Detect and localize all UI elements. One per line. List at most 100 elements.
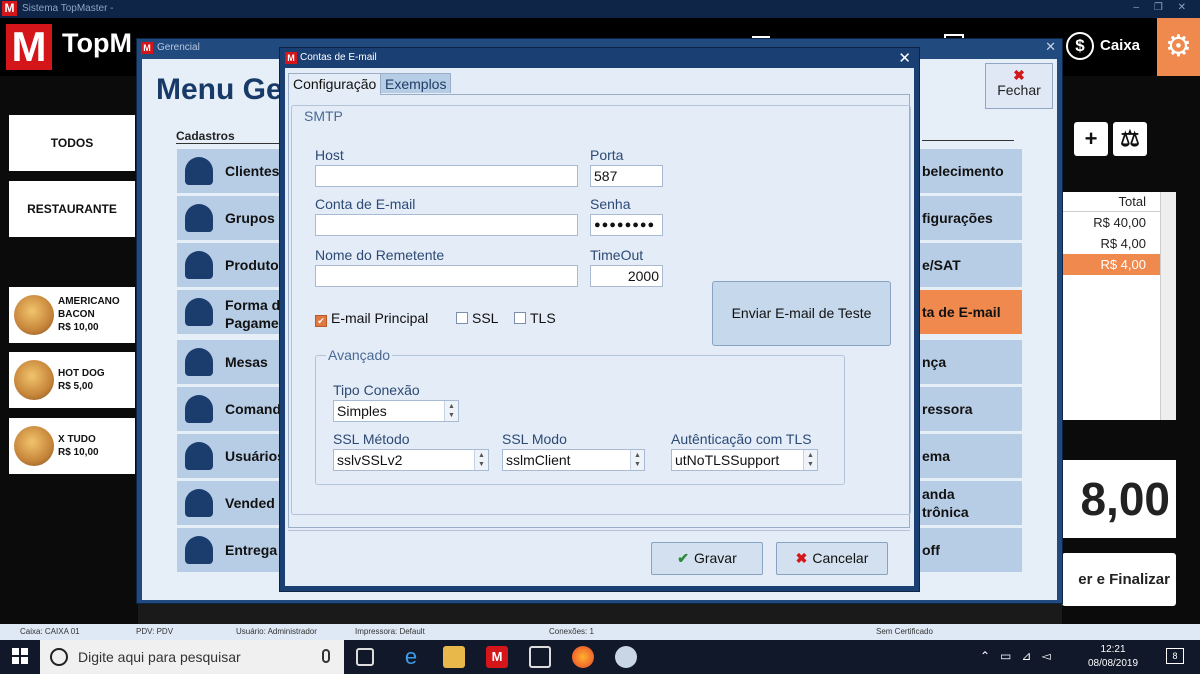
- menu-item-comanda-eletronica[interactable]: anda trônica: [912, 481, 1022, 525]
- status-impressora: Impressora: Default: [355, 627, 425, 636]
- product-name: AMERICANO: [58, 296, 120, 307]
- close-icon: ✖: [795, 550, 808, 566]
- search-icon: [50, 648, 68, 666]
- menu-item-entregadores[interactable]: Entrega: [177, 528, 287, 572]
- app-name: TopM: [62, 28, 132, 58]
- tab-configuracao[interactable]: Configuração: [288, 73, 382, 95]
- edge-icon[interactable]: e: [400, 646, 422, 668]
- host-input[interactable]: [315, 165, 578, 187]
- menu-item-forma-pagamento[interactable]: Forma d Pagame: [177, 290, 287, 334]
- menu-item-usuarios[interactable]: Usuários: [177, 434, 287, 478]
- send-test-email-button[interactable]: Enviar E-mail de Teste: [712, 281, 891, 346]
- task-view-icon[interactable]: [356, 648, 374, 666]
- user-lock-icon: [185, 442, 213, 470]
- clock[interactable]: 12:21 08/08/2019: [1088, 643, 1138, 671]
- menu-item-contas-email[interactable]: ta de E-mail: [912, 290, 1022, 334]
- order-row[interactable]: R$ 4,00: [1062, 233, 1176, 254]
- order-table-scrollbar[interactable]: [1160, 192, 1176, 420]
- menu-item-estabelecimento[interactable]: belecimento: [912, 149, 1022, 193]
- category-restaurante[interactable]: RESTAURANTE: [9, 181, 135, 237]
- menu-item-grupos[interactable]: Grupos: [177, 196, 287, 240]
- menu-item-vendedores[interactable]: Vended: [177, 481, 287, 525]
- window-controls[interactable]: – ❐ ✕: [1134, 2, 1192, 13]
- ssl-modo-select[interactable]: sslmClient ▲ ▼: [502, 449, 645, 471]
- product-name: X TUDO: [58, 434, 96, 445]
- conta-input[interactable]: [315, 214, 578, 236]
- hotdog-image: [14, 360, 54, 400]
- window-title-bar: M Sistema TopMaster - – ❐ ✕: [0, 0, 1200, 18]
- menu-item-licenca[interactable]: nça: [912, 340, 1022, 384]
- avancado-label: Avançado: [326, 347, 393, 363]
- order-row[interactable]: R$ 40,00: [1062, 212, 1176, 233]
- menu-item-produto[interactable]: Produto: [177, 243, 287, 287]
- cancelar-button[interactable]: ✖ Cancelar: [776, 542, 888, 575]
- spinner-icon: ▲ ▼: [444, 401, 458, 421]
- email-accounts-dialog: M Contas de E-mail ✕ Configuração Exempl…: [279, 47, 920, 592]
- scale-icon[interactable]: ⚖: [1113, 122, 1147, 156]
- order-table-header: Total: [1062, 192, 1176, 212]
- tab-exemplos[interactable]: Exemplos: [380, 73, 452, 93]
- category-todos[interactable]: TODOS: [9, 115, 135, 171]
- gerencial-title: Gerencial: [157, 42, 200, 53]
- menu-item-mesas[interactable]: Mesas: [177, 340, 287, 384]
- menu-item-sistema[interactable]: ema: [912, 434, 1022, 478]
- fechar-button[interactable]: ✖ Fechar: [985, 63, 1053, 109]
- ssl-metodo-select[interactable]: sslvSSLv2 ▲ ▼: [333, 449, 489, 471]
- plate-icon: [185, 348, 213, 376]
- gravar-button[interactable]: ✔ Gravar: [651, 542, 763, 575]
- product-card[interactable]: AMERICANO BACON R$ 10,00: [9, 287, 135, 343]
- clock-time: 12:21: [1100, 644, 1126, 655]
- system-tray-icons[interactable]: ⌃▭⊿◅: [980, 649, 1061, 663]
- card-icon: [185, 298, 213, 326]
- notification-icon[interactable]: 8: [1166, 648, 1184, 664]
- porta-label: Porta: [590, 147, 624, 163]
- menu-item-impressora[interactable]: ressora: [912, 387, 1022, 431]
- status-pdv: PDV: PDV: [136, 627, 174, 636]
- auth-tls-select[interactable]: utNoTLSSupport ▲ ▼: [671, 449, 818, 471]
- finalize-button[interactable]: er e Finalizar: [1062, 553, 1176, 606]
- microphone-icon[interactable]: [322, 649, 330, 663]
- menu-item-comandas[interactable]: Comand: [177, 387, 287, 431]
- porta-input[interactable]: 587: [590, 165, 663, 187]
- menu-title: Menu Ge: [156, 73, 283, 106]
- menu-item-nfce-sat[interactable]: e/SAT: [912, 243, 1022, 287]
- product-card[interactable]: X TUDO R$ 10,00: [9, 418, 135, 474]
- fechar-label: Fechar: [997, 82, 1041, 98]
- add-button[interactable]: +: [1074, 122, 1108, 156]
- search-placeholder: Digite aqui para pesquisar: [78, 649, 241, 665]
- firefox-icon[interactable]: [572, 646, 594, 668]
- status-conexoes: Conexões: 1: [549, 627, 594, 636]
- ssl-checkbox[interactable]: SSL: [456, 310, 498, 326]
- email-principal-checkbox[interactable]: ✔ E-mail Principal: [315, 310, 428, 327]
- close-icon[interactable]: ✕: [1045, 39, 1056, 55]
- gear-icon[interactable]: ⚙: [1157, 18, 1200, 76]
- divider: [288, 530, 910, 531]
- order-row-selected[interactable]: R$ 4,00: [1062, 254, 1176, 275]
- conta-label: Conta de E-mail: [315, 196, 416, 212]
- section-cadastros: Cadastros: [176, 129, 235, 143]
- host-label: Host: [315, 147, 344, 163]
- order-table: Total R$ 40,00 R$ 4,00 R$ 4,00: [1062, 192, 1176, 420]
- windows-start-icon[interactable]: [12, 648, 28, 664]
- grand-total: 8,00: [1062, 460, 1176, 538]
- delivery-icon: [185, 536, 213, 564]
- ssl-metodo-label: SSL Método: [333, 431, 410, 447]
- timeout-input[interactable]: 2000: [590, 265, 663, 287]
- paint-icon[interactable]: [615, 646, 637, 668]
- taskbar-search[interactable]: Digite aqui para pesquisar: [40, 640, 344, 674]
- remetente-input[interactable]: [315, 265, 578, 287]
- status-caixa: Caixa: CAIXA 01: [20, 627, 80, 636]
- close-icon[interactable]: ✕: [898, 49, 911, 67]
- caixa-button[interactable]: $ Caixa: [1066, 32, 1140, 60]
- menu-item-off[interactable]: off: [912, 528, 1022, 572]
- tls-checkbox[interactable]: TLS: [514, 310, 556, 326]
- product-price: R$ 10,00: [58, 447, 99, 458]
- product-card[interactable]: HOT DOG R$ 5,00: [9, 352, 135, 408]
- file-explorer-icon[interactable]: [443, 646, 465, 668]
- menu-item-clientes[interactable]: Clientes: [177, 149, 287, 193]
- calculator-icon[interactable]: [529, 646, 551, 668]
- tipo-conexao-select[interactable]: Simples ▲ ▼: [333, 400, 459, 422]
- topmaster-icon[interactable]: M: [486, 646, 508, 668]
- senha-input[interactable]: ●●●●●●●●: [590, 214, 663, 236]
- menu-item-configuracoes[interactable]: figurações: [912, 196, 1022, 240]
